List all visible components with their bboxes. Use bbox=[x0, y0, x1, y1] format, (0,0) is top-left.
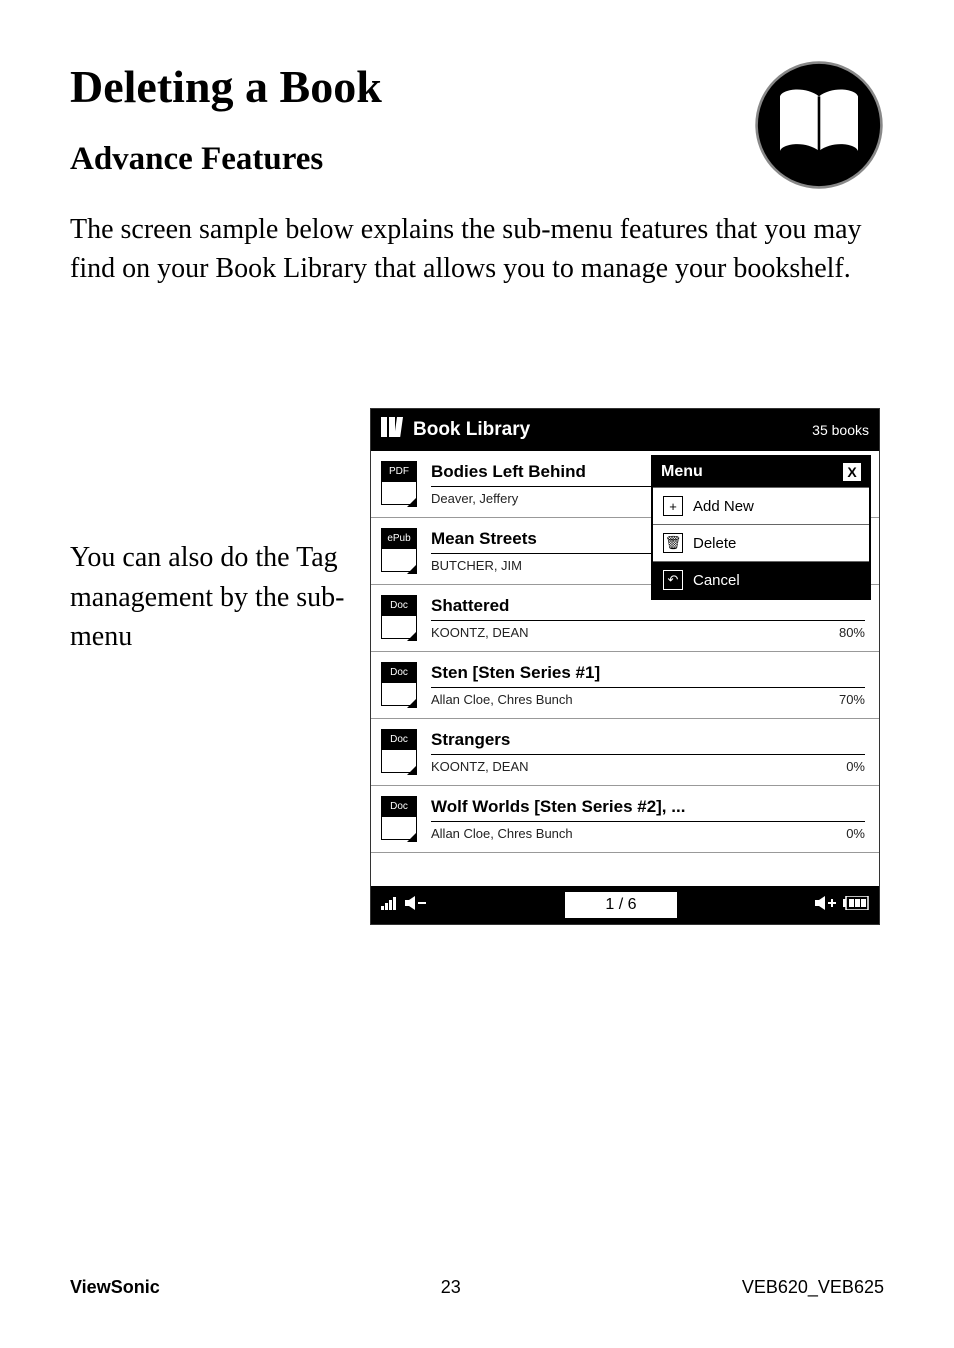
menu-item-icon: ↶ bbox=[663, 570, 683, 590]
device-footer: 1 / 6 bbox=[371, 886, 879, 924]
library-title: Book Library bbox=[413, 419, 812, 441]
library-header: Book Library 35 books bbox=[371, 409, 879, 451]
menu-item[interactable]: + Add New bbox=[653, 487, 869, 524]
book-author: KOONTZ, DEAN bbox=[431, 759, 529, 774]
book-progress: 0% bbox=[846, 759, 865, 774]
book-thumb: ePub bbox=[381, 528, 421, 574]
device-screenshot: Book Library 35 books PDFBodies Left Beh… bbox=[370, 408, 880, 925]
format-badge: ePub bbox=[381, 528, 417, 548]
menu-item-label: Cancel bbox=[693, 572, 740, 589]
book-title: Sten [Sten Series #1] bbox=[431, 663, 865, 683]
menu-item[interactable]: 🗑 Delete bbox=[653, 524, 869, 561]
menu-item-icon: + bbox=[663, 496, 683, 516]
book-thumb: Doc bbox=[381, 595, 421, 641]
footer-model: VEB620_VEB625 bbox=[742, 1277, 884, 1298]
menu-item-label: Delete bbox=[693, 535, 736, 552]
format-badge: PDF bbox=[381, 461, 417, 481]
footer-brand: ViewSonic bbox=[70, 1277, 160, 1298]
format-badge: Doc bbox=[381, 729, 417, 749]
format-badge: Doc bbox=[381, 796, 417, 816]
book-progress: 70% bbox=[839, 692, 865, 707]
menu-item[interactable]: ↶ Cancel bbox=[653, 561, 869, 598]
book-row[interactable]: Doc Sten [Sten Series #1] Allan Cloe, Chre… bbox=[371, 652, 879, 719]
book-thumb: Doc bbox=[381, 729, 421, 775]
book-row[interactable]: Doc Wolf Worlds [Sten Series #2], ... Alla… bbox=[371, 786, 879, 852]
book-thumb: Doc bbox=[381, 662, 421, 708]
library-icon bbox=[381, 417, 403, 443]
book-title: Wolf Worlds [Sten Series #2], ... bbox=[431, 797, 865, 817]
format-badge: Doc bbox=[381, 595, 417, 615]
book-progress: 80% bbox=[839, 625, 865, 640]
book-author: BUTCHER, JIM bbox=[431, 558, 522, 573]
library-count: 35 books bbox=[812, 422, 869, 438]
book-author: Allan Cloe, Chres Bunch bbox=[431, 692, 573, 707]
book-author: Deaver, Jeffery bbox=[431, 491, 518, 506]
book-thumb: Doc bbox=[381, 796, 421, 842]
menu-item-label: Add New bbox=[693, 498, 754, 515]
footer-page-number: 23 bbox=[441, 1277, 461, 1298]
page-indicator: 1 / 6 bbox=[565, 892, 676, 918]
battery-icon bbox=[843, 896, 869, 914]
body-paragraph: The screen sample below explains the sub… bbox=[70, 210, 884, 288]
vol-up-icon[interactable] bbox=[815, 896, 837, 914]
book-row[interactable]: Doc Strangers KOONTZ, DEAN 0% bbox=[371, 719, 879, 786]
context-menu: Menu X + Add New 🗑 Delete ↶ Cancel bbox=[651, 455, 871, 600]
menu-header: Menu X bbox=[653, 457, 869, 487]
book-progress: 0% bbox=[846, 826, 865, 841]
menu-item-icon: 🗑 bbox=[663, 533, 683, 553]
vol-down-icon[interactable] bbox=[405, 896, 427, 914]
document-footer: ViewSonic 23 VEB620_VEB625 bbox=[70, 1277, 884, 1298]
book-author: Allan Cloe, Chres Bunch bbox=[431, 826, 573, 841]
menu-title: Menu bbox=[661, 463, 703, 481]
book-thumb: PDF bbox=[381, 461, 421, 507]
signal-icon bbox=[381, 896, 399, 914]
book-logo-icon bbox=[754, 60, 884, 190]
format-badge: Doc bbox=[381, 662, 417, 682]
side-note: You can also do the Tag management by th… bbox=[70, 408, 350, 925]
book-title: Strangers bbox=[431, 730, 865, 750]
menu-close-button[interactable]: X bbox=[843, 463, 861, 481]
book-author: KOONTZ, DEAN bbox=[431, 625, 529, 640]
